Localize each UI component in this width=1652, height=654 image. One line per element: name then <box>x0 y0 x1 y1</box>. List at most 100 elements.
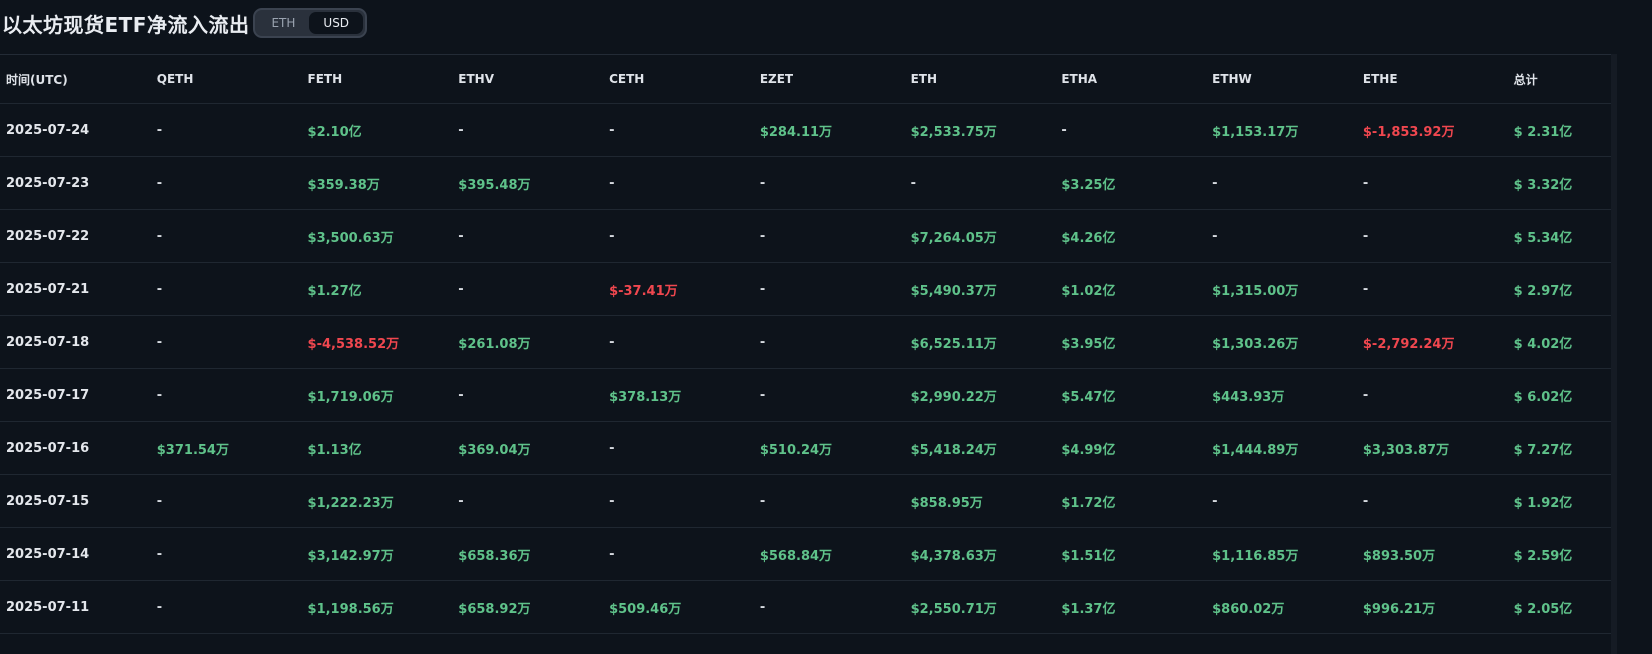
flow-cell: $2,990.22万 <box>910 389 997 405</box>
table-row: 2025-07-16 $371.54万 $1.13亿 $369.04万 - $510.24… <box>0 422 1616 475</box>
flow-cell: $1.72亿 <box>1061 495 1116 511</box>
flow-cell: $3.95亿 <box>1061 336 1116 352</box>
column-header: ETH <box>910 72 938 86</box>
date-cell: 2025-07-22 <box>6 228 90 244</box>
flow-cell: $6,525.11万 <box>910 336 997 352</box>
flow-cell: - <box>156 599 163 615</box>
flow-cell: - <box>609 334 615 350</box>
flow-cell: $1,719.06万 <box>307 389 394 405</box>
flow-cell: $1,116.85万 <box>1212 548 1299 564</box>
date-cell: 2025-07-15 <box>6 493 90 509</box>
page-title: 以太坊现货ETF净流入流出 <box>2 12 250 37</box>
flow-cell: $378.13万 <box>609 389 682 405</box>
column-header: ETHW <box>1212 72 1252 86</box>
flow-cell: $996.21万 <box>1362 601 1436 617</box>
flow-cell: $395.48万 <box>458 177 531 193</box>
date-cell: 2025-07-11 <box>6 599 90 615</box>
toggle-usd[interactable]: USD <box>309 12 364 34</box>
flow-cell: - <box>156 228 163 244</box>
flow-cell: $ 2.05亿 <box>1513 601 1573 617</box>
table-row: 2025-07-22 - $3,500.63万 - - - $7,264.05万 $4.26亿… <box>0 210 1616 263</box>
flow-cell: $369.04万 <box>458 442 531 458</box>
table-row: 2025-07-15 - $1,222.23万 - - - $858.95万 $1.72亿 - -… <box>0 475 1616 528</box>
flow-cell: - <box>156 493 163 509</box>
flow-cell: - <box>759 228 766 244</box>
flow-cell: - <box>458 493 464 509</box>
flow-cell: - <box>458 228 464 244</box>
column-header: ETHE <box>1362 72 1398 86</box>
flow-cell: $1,153.17万 <box>1212 124 1299 140</box>
flow-cell: $-4,538.52万 <box>307 336 400 352</box>
flow-cell: $3,500.63万 <box>307 230 394 246</box>
flow-cell: $5.47亿 <box>1061 389 1116 405</box>
flow-cell: $371.54万 <box>156 442 229 458</box>
flow-cell: $510.24万 <box>759 442 833 458</box>
flow-cell: $2,533.75万 <box>910 124 997 140</box>
table-scrollbar[interactable] <box>1611 54 1617 654</box>
column-header: CETH <box>609 72 645 86</box>
flow-cell: $-1,853.92万 <box>1362 124 1455 140</box>
table-row: 2025-07-21 - $1.27亿 - $-37.41万 - $5,490.37万 $1.… <box>0 263 1616 316</box>
table-row: 2025-07-17 - $1,719.06万 - $378.13万 - $2,990.22… <box>0 369 1616 422</box>
flow-cell: - <box>458 122 464 138</box>
flow-cell: $3.25亿 <box>1061 177 1116 193</box>
date-cell: 2025-07-18 <box>6 334 90 350</box>
flow-cell: - <box>156 175 163 191</box>
flow-cell: - <box>1212 175 1218 191</box>
flow-cell: $284.11万 <box>759 124 833 140</box>
flow-cell: - <box>156 281 163 297</box>
table-row: 2025-07-18 - $-4,538.52万 $261.08万 - - $6,525.1… <box>0 316 1616 369</box>
table-row: 2025-07-23 - $359.38万 $395.48万 - - - $3.25亿 - - $ … <box>0 157 1616 210</box>
flow-cell: $ 2.59亿 <box>1513 548 1573 564</box>
column-header: FETH <box>307 72 343 86</box>
date-cell: 2025-07-23 <box>6 175 90 191</box>
flow-cell: $4,378.63万 <box>910 548 997 564</box>
flow-cell: - <box>156 334 163 350</box>
flow-cell: - <box>1362 493 1369 509</box>
flow-cell: - <box>1061 122 1067 138</box>
toggle-eth[interactable]: ETH <box>257 12 309 34</box>
flow-cell: - <box>609 546 615 562</box>
flow-cell: - <box>458 387 464 403</box>
flow-cell: $ 1.92亿 <box>1513 495 1573 511</box>
flow-cell: $568.84万 <box>759 548 833 564</box>
date-cell: 2025-07-24 <box>6 122 90 138</box>
flow-cell: $1,315.00万 <box>1212 283 1299 299</box>
flow-cell: $1.37亿 <box>1061 601 1116 617</box>
flow-cell: $359.38万 <box>307 177 380 193</box>
flow-cell: $1.51亿 <box>1061 548 1116 564</box>
flow-cell: $658.36万 <box>458 548 531 564</box>
flow-cell: $ 7.27亿 <box>1513 442 1573 458</box>
flow-cell: $1,198.56万 <box>307 601 394 617</box>
flow-cell: $1,222.23万 <box>307 495 394 511</box>
flow-cell: $1,303.26万 <box>1212 336 1299 352</box>
flow-cell: $ 2.97亿 <box>1513 283 1573 299</box>
flow-cell: $261.08万 <box>458 336 531 352</box>
column-header: ETHA <box>1061 72 1098 86</box>
flow-cell: - <box>609 122 615 138</box>
flow-cell: $ 4.02亿 <box>1513 336 1573 352</box>
flow-cell: - <box>609 440 615 456</box>
flow-cell: - <box>458 281 464 297</box>
flow-cell: - <box>609 175 615 191</box>
flow-cell: - <box>1212 493 1218 509</box>
flow-cell: $7,264.05万 <box>910 230 997 246</box>
flow-cell: - <box>1362 281 1369 297</box>
column-header: 时间(UTC) <box>6 72 68 87</box>
flow-cell: - <box>156 546 163 562</box>
flow-cell: - <box>1362 175 1369 191</box>
flow-cell: - <box>609 493 615 509</box>
flow-cell: $ 6.02亿 <box>1513 389 1573 405</box>
flow-cell: - <box>156 387 163 403</box>
table-row: 2025-07-24 - $2.10亿 - - $284.11万 $2,533.75万 - $1… <box>0 104 1616 157</box>
flow-cell: $1,444.89万 <box>1212 442 1299 458</box>
date-cell: 2025-07-21 <box>6 281 90 297</box>
flow-cell: - <box>910 175 916 191</box>
flow-cell: $ 2.31亿 <box>1513 124 1573 140</box>
unit-toggle[interactable]: ETH USD <box>253 8 368 38</box>
flow-cell: - <box>156 122 163 138</box>
flow-cell: $ 5.34亿 <box>1513 230 1573 246</box>
flow-cell: $5,490.37万 <box>910 283 997 299</box>
page-header: 以太坊现货ETF净流入流出 ETH USD <box>0 6 368 40</box>
flow-cell: $858.95万 <box>910 495 983 511</box>
